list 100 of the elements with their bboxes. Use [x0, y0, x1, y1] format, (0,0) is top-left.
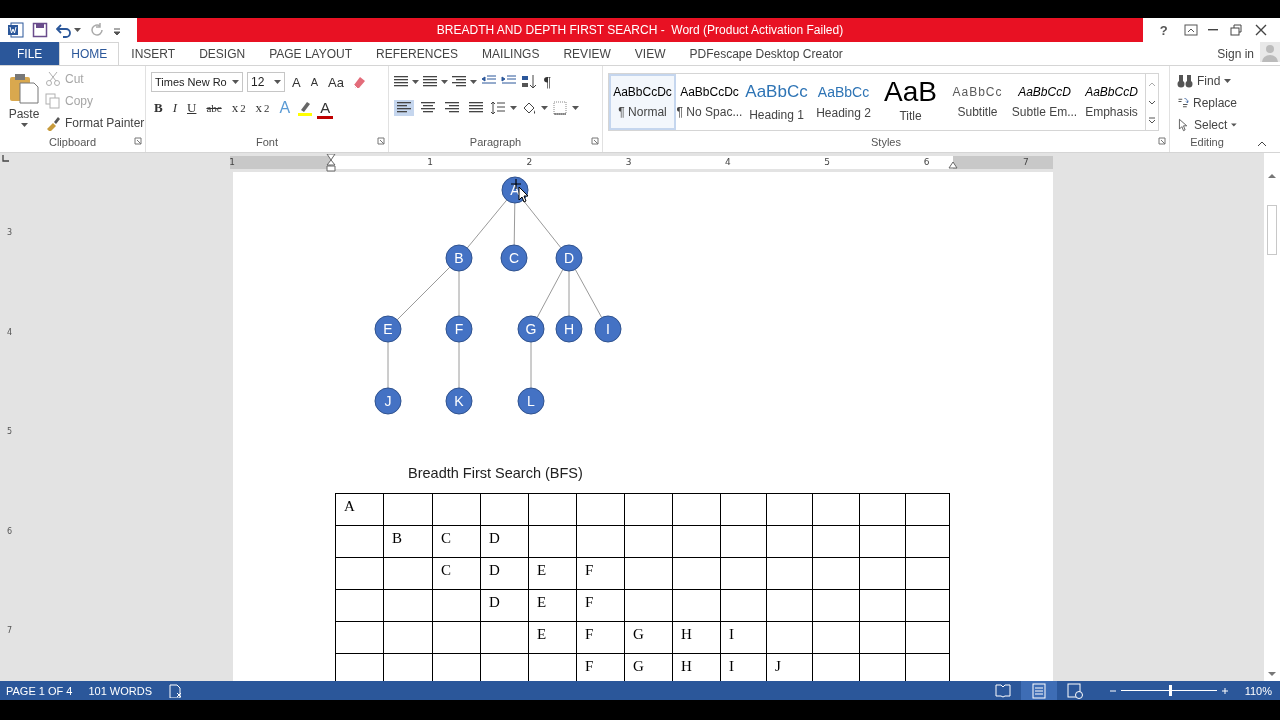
tree-edge: [536, 268, 564, 319]
table-cell: [576, 525, 625, 558]
format-button[interactable]: B: [151, 98, 166, 118]
table-cell: F: [576, 621, 625, 654]
table-title: Breadth First Search (BFS): [408, 464, 583, 483]
shading-icon: [521, 100, 537, 116]
dialog-launcher-icon: [591, 137, 599, 145]
table-cell: [720, 525, 767, 558]
scissors-icon: [45, 71, 61, 87]
ruler-number: 4: [725, 157, 731, 167]
word-logo-icon: [8, 22, 24, 38]
grow-font-button[interactable]: A: [289, 72, 304, 92]
help-button[interactable]: ?: [1153, 21, 1174, 39]
file-tab[interactable]: FILE: [0, 42, 60, 65]
table-cell: [766, 589, 813, 622]
table-cell: [905, 557, 950, 590]
window-title: BREADTH AND DEPTH FIRST SEARCH - Word (Product Activation Failed): [436, 23, 844, 37]
sign-in-link[interactable]: Sign in: [1211, 45, 1260, 62]
dialog-launcher-icon: [134, 137, 142, 145]
shrink-font-button[interactable]: A: [307, 74, 321, 90]
style-gallery-item[interactable]: AaBbCc Heading 1: [743, 74, 810, 130]
find-button[interactable]: Find: [1175, 71, 1239, 91]
show-formatting-button[interactable]: ¶: [541, 71, 554, 93]
ribbon-tab[interactable]: PAGE LAYOUT: [257, 42, 365, 65]
ribbon-tab[interactable]: REVIEW: [551, 42, 623, 65]
zoom-level[interactable]: 110%: [1244, 684, 1280, 697]
page-count[interactable]: PAGE 1 OF 4: [6, 684, 73, 697]
table-cell: [672, 525, 721, 558]
group-label: Clipboard: [48, 136, 97, 148]
tree-node: I: [594, 315, 622, 343]
font-color-button[interactable]: A: [317, 97, 334, 119]
paintbrush-icon: [45, 115, 61, 131]
select-button[interactable]: Select: [1175, 115, 1239, 135]
format-button[interactable]: U: [184, 98, 200, 118]
table-cell: [335, 621, 384, 654]
ruler-number: 7: [7, 626, 13, 635]
table-cell: [335, 525, 384, 558]
tree-node: F: [445, 315, 473, 343]
proofing-icon: [168, 683, 182, 698]
ruler-number: 1: [427, 157, 433, 167]
ribbon-tab[interactable]: VIEW: [622, 42, 678, 65]
tree-edge: [458, 341, 460, 389]
style-gallery-item[interactable]: AaBbCcD Emphasis: [1078, 74, 1145, 130]
clipboard-icon: [8, 73, 40, 105]
table-cell: [383, 557, 433, 590]
ribbon-tab[interactable]: PDFescape Desktop Creator: [677, 42, 855, 65]
paste-button[interactable]: Paste: [5, 69, 43, 136]
table-cell: D: [480, 557, 529, 590]
word-count[interactable]: 101 WORDS: [88, 684, 152, 697]
table-cell: [383, 621, 433, 654]
ribbon-tab[interactable]: INSERT: [119, 42, 188, 65]
align-button[interactable]: [394, 100, 414, 116]
group-label: Styles: [871, 136, 901, 148]
table-cell: G: [624, 621, 673, 654]
ribbon-tab[interactable]: MAILINGS: [470, 42, 552, 65]
borders-icon: [552, 100, 568, 116]
style-gallery-item[interactable]: AaBbCcD Subtle Em...: [1011, 74, 1078, 130]
table-cell: [624, 525, 673, 558]
scrollbar-thumb[interactable]: [1267, 205, 1277, 255]
tree-edge: [574, 268, 603, 319]
table-cell: [576, 493, 625, 526]
ruler-number: 5: [824, 157, 831, 167]
format-painter-button[interactable]: Format Painter: [43, 113, 147, 133]
style-gallery-item[interactable]: AaB Title: [877, 74, 944, 130]
view-button[interactable]: [1020, 681, 1057, 700]
font-name-field[interactable]: Times New Ro: [151, 72, 243, 92]
ribbon-tab[interactable]: HOME: [59, 42, 120, 65]
table-cell: [859, 557, 906, 590]
tree-node: K: [445, 387, 473, 415]
format-button[interactable]: abc: [203, 100, 225, 116]
tree-node: J: [374, 387, 402, 415]
table-cell: [766, 525, 813, 558]
replace-button[interactable]: Replace: [1175, 93, 1239, 113]
style-gallery-item[interactable]: AaBbCc Subtitle: [944, 74, 1011, 130]
font-size-field[interactable]: 12: [247, 72, 285, 92]
tree-edge: [513, 202, 516, 246]
table-cell: I: [720, 621, 767, 654]
tree-node: C: [500, 244, 528, 272]
table-cell: [905, 589, 950, 622]
table-cell: [720, 589, 767, 622]
save-icon: [32, 22, 48, 38]
table-cell: E: [528, 557, 577, 590]
ruler-number: 6: [7, 526, 13, 536]
style-gallery-item[interactable]: AaBbCcDc ¶ Normal: [609, 74, 676, 130]
table-cell: [624, 589, 673, 622]
style-gallery-item[interactable]: AaBbCcDc ¶ No Spac...: [676, 74, 743, 130]
table-cell: [432, 589, 481, 622]
align-right-icon: [445, 102, 459, 114]
table-cell: D: [480, 525, 529, 558]
ruler-number: 5: [7, 427, 13, 436]
change-case-button[interactable]: Aa: [325, 72, 347, 92]
table-cell: [859, 589, 906, 622]
tree-node: L: [517, 387, 545, 415]
table-cell: [528, 493, 577, 526]
table-cell: [432, 493, 481, 526]
style-gallery-item[interactable]: AaBbCc Heading 2: [810, 74, 877, 130]
ribbon-tab[interactable]: REFERENCES: [364, 42, 471, 65]
ribbon-tab[interactable]: DESIGN: [187, 42, 258, 65]
tree-edge: [396, 266, 451, 321]
format-button[interactable]: I: [169, 98, 180, 118]
